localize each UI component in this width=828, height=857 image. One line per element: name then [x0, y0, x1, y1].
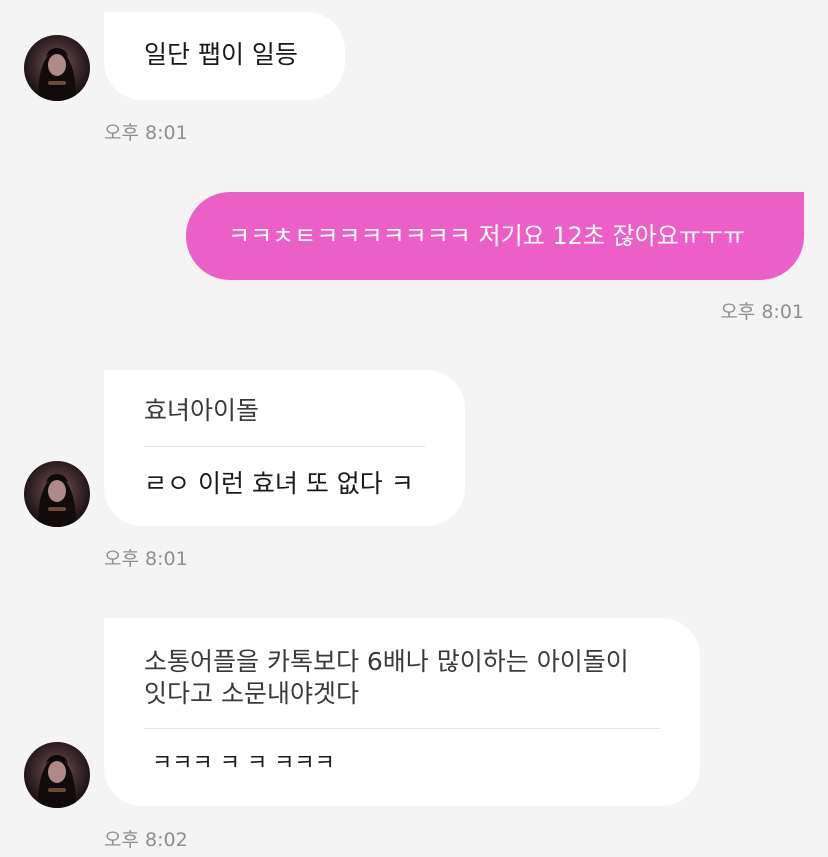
reply-message-bubble[interactable]: 효녀아이돌 ㄹㅇ 이런 효녀 또 없다 ㅋ: [104, 370, 465, 526]
quoted-message-text[interactable]: 잇다고 소문내야겟다: [144, 678, 359, 709]
message-bubble-sent[interactable]: ㅋㅋㅊㅌㅋㅋㅋㅋㅋㅋㅋ 저기요 12초 잖아요ㅠㅜㅠ: [186, 192, 804, 280]
message-timestamp: 오후 8:02: [104, 829, 188, 851]
message-bubble[interactable]: 일단 팹이 일등: [104, 12, 345, 100]
quote-divider: [144, 446, 425, 447]
message-timestamp: 오후 8:01: [104, 122, 188, 144]
quoted-message-text[interactable]: 소통어플을 카톡보다 6배나 많이하는 아이돌이: [144, 646, 629, 677]
message-text: ㅋㅋㅋ ㅋ ㅋ ㅋㅋㅋ: [152, 751, 335, 776]
avatar[interactable]: [24, 35, 90, 101]
avatar[interactable]: [24, 742, 90, 808]
message-text: 일단 팹이 일등: [144, 40, 298, 69]
reply-message-bubble[interactable]: 소통어플을 카톡보다 6배나 많이하는 아이돌이 잇다고 소문내야겟다 ㅋㅋㅋ …: [104, 618, 700, 806]
message-text: ㄹㅇ 이런 효녀 또 없다 ㅋ: [144, 469, 414, 498]
quote-divider: [144, 728, 660, 729]
message-text: ㅋㅋㅊㅌㅋㅋㅋㅋㅋㅋㅋ 저기요 12초 잖아요ㅠㅜㅠ: [228, 222, 746, 250]
quoted-message-text[interactable]: 효녀아이돌: [144, 395, 259, 426]
avatar[interactable]: [24, 461, 90, 527]
message-timestamp: 오후 8:01: [720, 301, 804, 323]
message-timestamp: 오후 8:01: [104, 548, 188, 570]
